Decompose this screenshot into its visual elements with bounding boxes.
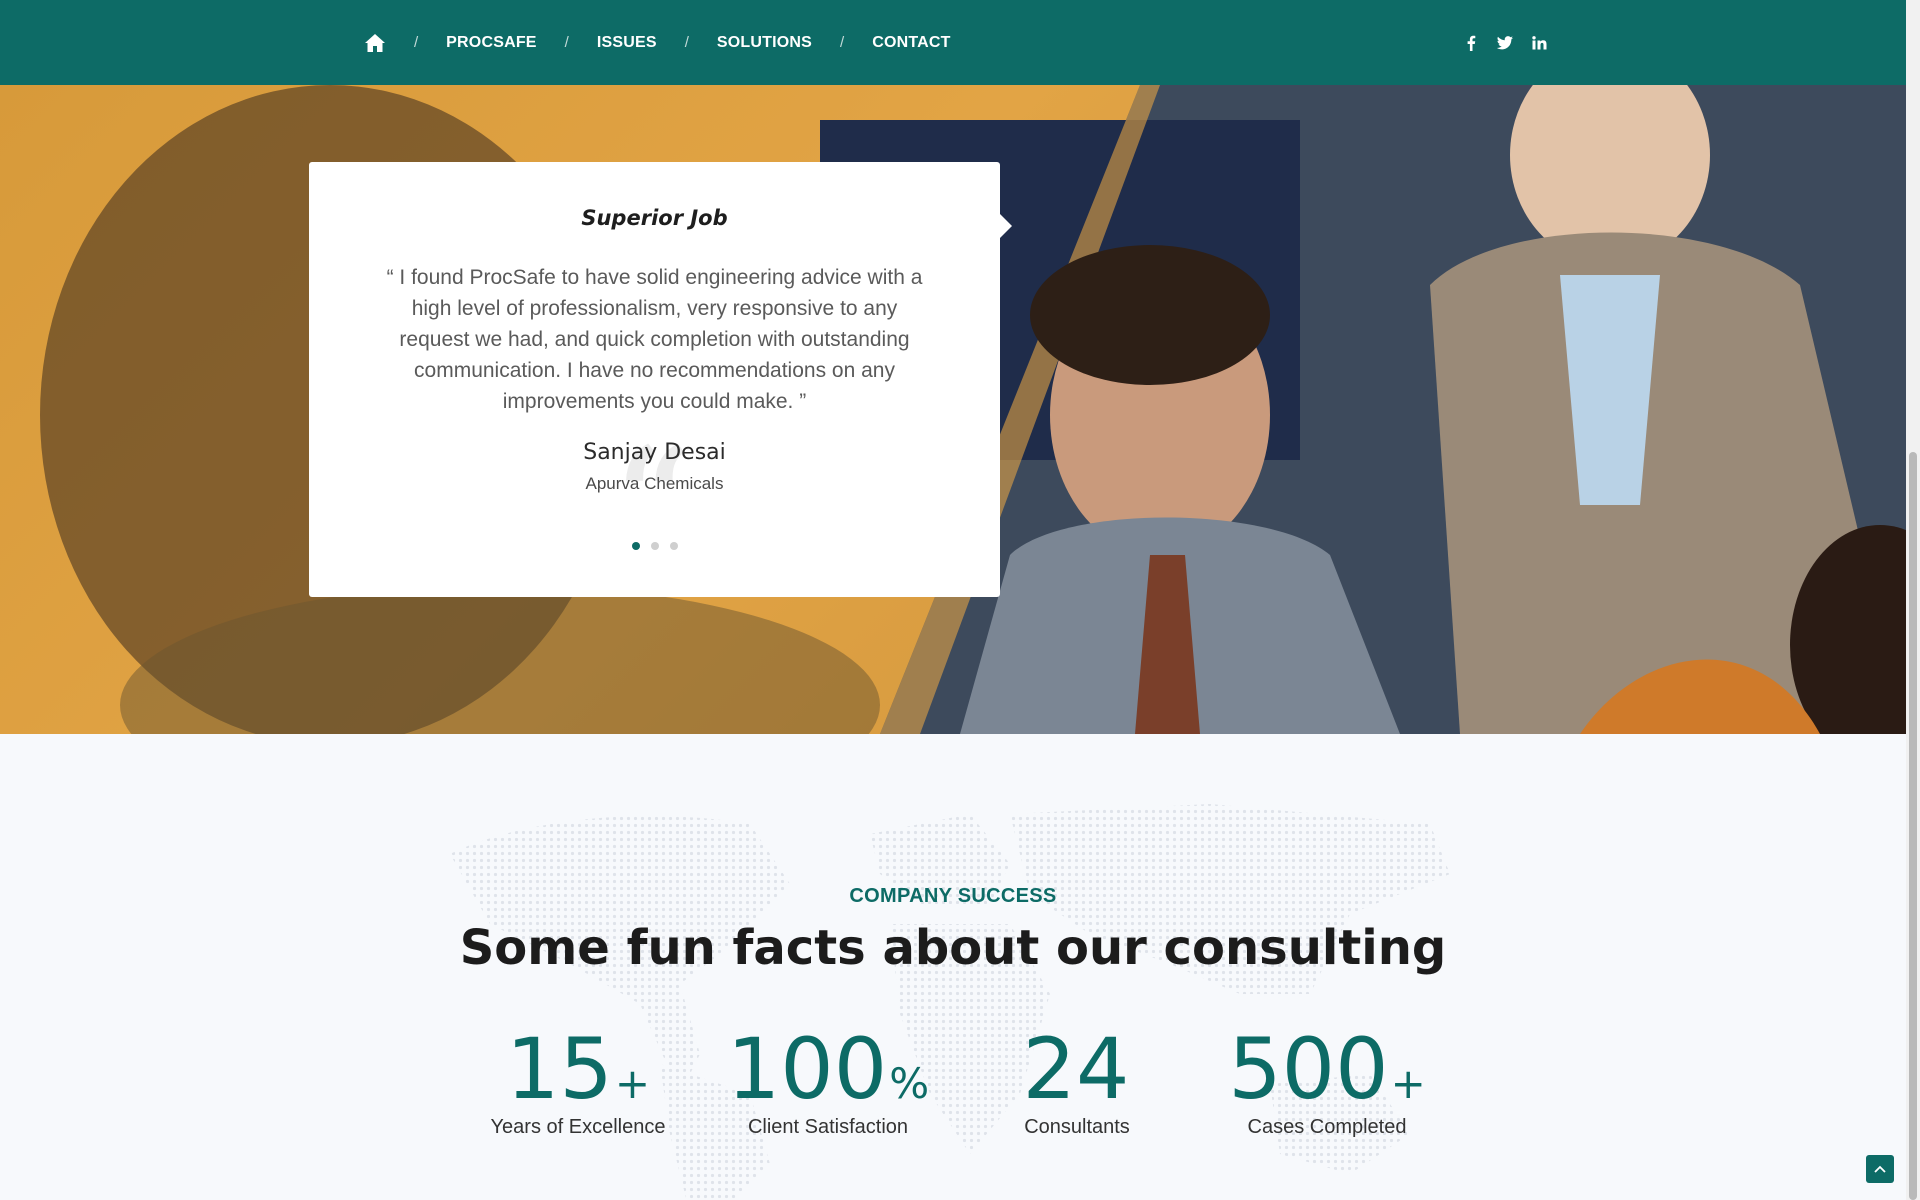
carousel-dot-3[interactable] xyxy=(669,542,678,550)
stat-value-row: 100% xyxy=(708,1024,948,1114)
home-link[interactable] xyxy=(364,32,386,54)
testimonial-card: Superior Job “ I found ProcSafe to have … xyxy=(309,162,1012,597)
stat-satisfaction: 100% Client Satisfaction xyxy=(708,1024,948,1139)
testimonial-section: Superior Job “ I found ProcSafe to have … xyxy=(0,85,1906,734)
nav-link-solutions[interactable]: SOLUTIONS xyxy=(717,34,812,52)
stat-value-row: 500+ xyxy=(1207,1024,1447,1114)
company-success-section: COMPANY SUCCESS Some fun facts about our… xyxy=(0,734,1906,1200)
stat-label: Years of Excellence xyxy=(490,1116,666,1138)
page-scrollbar[interactable] xyxy=(1906,0,1920,1200)
stat-label: Cases Completed xyxy=(1247,1116,1407,1138)
social-links xyxy=(1462,0,1548,85)
nav-separator: / xyxy=(684,34,689,51)
testimonial-quote: “ I found ProcSafe to have solid enginee… xyxy=(386,266,923,413)
stat-suffix: + xyxy=(614,1059,651,1108)
linkedin-link[interactable] xyxy=(1530,34,1548,52)
main-nav: / PROCSAFE / ISSUES / SOLUTIONS / CONTAC… xyxy=(364,0,951,85)
carousel-dots xyxy=(309,542,1000,550)
nav-link-procsafe[interactable]: PROCSAFE xyxy=(446,34,537,52)
card-pointer xyxy=(1000,214,1012,238)
nav-link-issues[interactable]: ISSUES xyxy=(597,34,657,52)
stat-cases: 500+ Cases Completed xyxy=(1207,1024,1447,1139)
stat-suffix: % xyxy=(889,1059,930,1108)
stat-number: 24 xyxy=(1022,1020,1130,1118)
stat-label: Client Satisfaction xyxy=(747,1116,909,1138)
stat-suffix: + xyxy=(1390,1059,1426,1108)
nav-link-contact[interactable]: CONTACT xyxy=(872,34,950,52)
home-icon xyxy=(365,33,385,52)
testimonial-author: Sanjay Desai xyxy=(583,440,726,465)
facebook-link[interactable] xyxy=(1462,34,1480,52)
stat-years: 15+ Years of Excellence xyxy=(458,1024,698,1139)
linkedin-icon xyxy=(1531,35,1546,49)
section-eyebrow: COMPANY SUCCESS xyxy=(849,885,1057,907)
scrollbar-thumb[interactable] xyxy=(1909,452,1917,1200)
section-heading: Some fun facts about our consulting xyxy=(459,920,1447,976)
stat-number: 100 xyxy=(726,1020,888,1118)
carousel-dot-1[interactable] xyxy=(631,542,640,550)
facebook-icon xyxy=(1467,35,1476,51)
twitter-link[interactable] xyxy=(1496,34,1514,52)
nav-separator: / xyxy=(414,34,419,51)
stat-label: Consultants xyxy=(1024,1116,1130,1138)
twitter-icon xyxy=(1497,35,1513,49)
chevron-up-icon xyxy=(1874,1165,1886,1173)
carousel-dot-2[interactable] xyxy=(650,542,659,550)
stat-value-row: 24 xyxy=(957,1024,1197,1114)
world-map-background xyxy=(450,804,1450,1200)
stat-value-row: 15+ xyxy=(458,1024,698,1114)
testimonial-title: Superior Job xyxy=(581,206,728,230)
nav-separator: / xyxy=(840,34,845,51)
top-navigation: / PROCSAFE / ISSUES / SOLUTIONS / CONTAC… xyxy=(0,0,1906,85)
stat-consultants: 24 Consultants xyxy=(957,1024,1197,1139)
scroll-to-top-button[interactable] xyxy=(1866,1155,1894,1183)
testimonial-company: Apurva Chemicals xyxy=(585,474,724,493)
stat-number: 15 xyxy=(505,1020,613,1118)
stat-number: 500 xyxy=(1228,1020,1389,1118)
nav-separator: / xyxy=(564,34,569,51)
